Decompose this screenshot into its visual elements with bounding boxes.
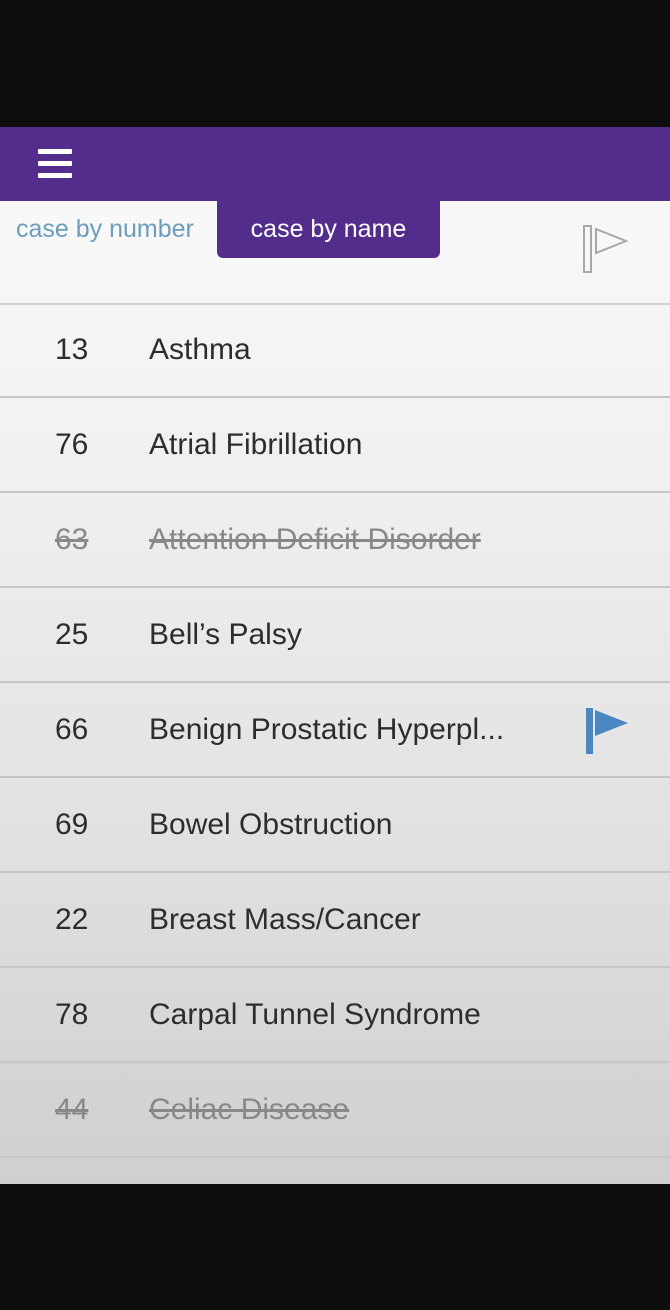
- list-item[interactable]: 69 Bowel Obstruction: [0, 778, 670, 873]
- case-number: 22: [55, 903, 89, 936]
- case-number: 25: [55, 618, 89, 651]
- app-screen: case by number case by name 13 Asthma 76…: [0, 127, 670, 1184]
- flag-icon[interactable]: [584, 707, 630, 757]
- tab-case-by-number[interactable]: case by number: [16, 215, 194, 244]
- case-name: Atrial Fibrillation: [149, 428, 363, 461]
- case-name: Asthma: [149, 333, 251, 366]
- top-app-bar: [0, 127, 670, 201]
- list-item[interactable]: 63 Attention Deficit Disorder: [0, 493, 670, 588]
- list-item[interactable]: 66 Benign Prostatic Hyperpl...: [0, 683, 670, 778]
- case-name: Bowel Obstruction: [149, 808, 393, 841]
- tab-bar: case by number case by name: [0, 201, 670, 305]
- case-number: 63: [55, 523, 89, 556]
- case-name: Benign Prostatic Hyperpl...: [149, 713, 505, 746]
- case-number: 13: [55, 333, 89, 366]
- tab-case-by-name[interactable]: case by name: [217, 201, 440, 258]
- flag-outline-icon: [583, 225, 629, 273]
- case-name: Attention Deficit Disorder: [149, 523, 481, 556]
- case-number: 44: [55, 1093, 89, 1126]
- list-item[interactable]: 25 Bell’s Palsy: [0, 588, 670, 683]
- list-item[interactable]: 76 Atrial Fibrillation: [0, 398, 670, 493]
- list-item[interactable]: 44 Celiac Disease: [0, 1063, 670, 1158]
- list-item[interactable]: 13 Asthma: [0, 303, 670, 398]
- hamburger-menu-icon[interactable]: [38, 149, 72, 179]
- case-name: Celiac Disease: [149, 1093, 350, 1126]
- flag-filter-button[interactable]: [582, 225, 629, 275]
- case-name: Bell’s Palsy: [149, 618, 302, 651]
- case-number: 66: [55, 713, 89, 746]
- case-number: 76: [55, 428, 89, 461]
- list-item[interactable]: 22 Breast Mass/Cancer: [0, 873, 670, 968]
- list-item[interactable]: 78 Carpal Tunnel Syndrome: [0, 968, 670, 1063]
- case-name: Carpal Tunnel Syndrome: [149, 998, 481, 1031]
- case-number: 69: [55, 808, 89, 841]
- case-number: 78: [55, 998, 89, 1031]
- case-name: Breast Mass/Cancer: [149, 903, 421, 936]
- case-list: 13 Asthma 76 Atrial Fibrillation 63 Atte…: [0, 303, 670, 1158]
